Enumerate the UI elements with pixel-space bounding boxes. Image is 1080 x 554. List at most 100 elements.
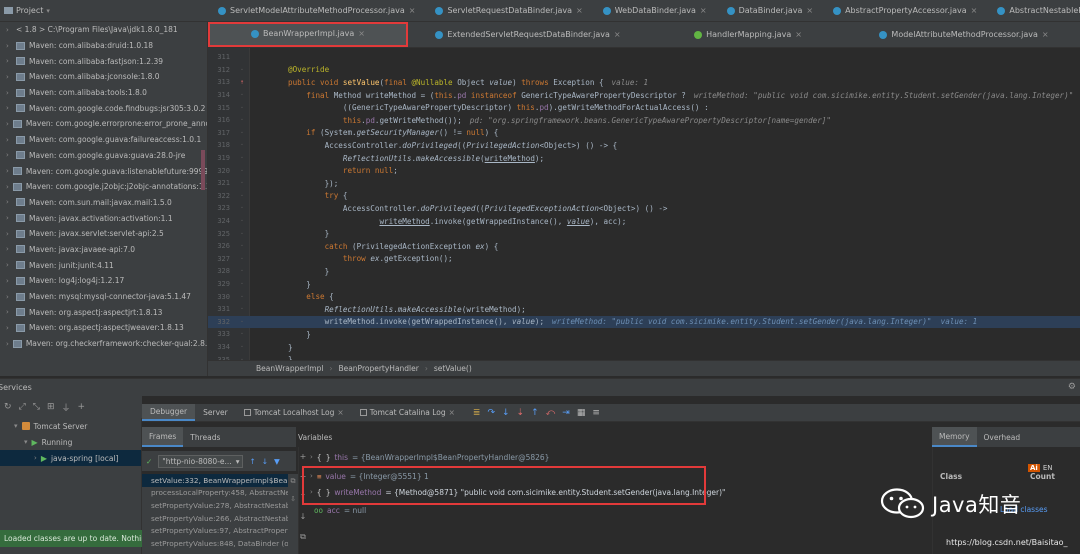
library-item[interactable]: › Maven: junit:junit:4.11 [0, 257, 207, 273]
chevron-right-icon[interactable]: › [310, 453, 313, 461]
library-item[interactable]: › Maven: javax:javaee-api:7.0 [0, 242, 207, 258]
library-item[interactable]: › Maven: com.google.code.findbugs:jsr305:… [0, 100, 207, 116]
tab-frames[interactable]: Frames [142, 427, 184, 447]
library-item[interactable]: › Maven: org.aspectj:aspectjweaver:1.8.13 [0, 320, 207, 336]
arrow-down-icon[interactable]: ↓ [262, 457, 268, 466]
force-step-into-icon[interactable]: ⇣ [517, 408, 525, 418]
gear-icon[interactable]: ⚙ [1068, 382, 1076, 392]
library-item[interactable]: › Maven: com.alibaba:druid:1.0.18 [0, 38, 207, 54]
code-line[interactable]: 331 · ReflectionUtils.makeAccessible(writ… [208, 303, 1080, 316]
code-line[interactable]: 316 · this.pd.getWriteMethod()); pd: "org.… [208, 114, 1080, 127]
close-icon[interactable]: × [409, 6, 416, 15]
library-item[interactable]: › Maven: com.alibaba:fastjson:1.2.39 [0, 53, 207, 69]
library-item[interactable]: › Maven: com.google.guava:guava:28.0-jre [0, 148, 207, 164]
code-line[interactable]: 315 · ((GenericTypeAwarePropertyDescripto… [208, 101, 1080, 114]
thread-select[interactable]: "http-nio-8080-e... ▾ [158, 454, 244, 468]
add-watch-icon[interactable]: + [300, 452, 307, 461]
code-line[interactable]: 325 · } [208, 227, 1080, 240]
run-to-cursor-icon[interactable]: ⇥ [562, 408, 570, 418]
code-line[interactable]: 330 · else { [208, 290, 1080, 303]
code-line[interactable]: 311 [208, 51, 1080, 64]
editor-tab[interactable]: WebDataBinder.java × [593, 0, 717, 21]
filter-icon[interactable]: ▼ [274, 457, 280, 466]
service-java-spring[interactable]: › ▶ java-spring [local] [0, 450, 141, 466]
stack-frame[interactable]: setPropertyValue:266, AbstractNestable [142, 512, 288, 525]
memory-count-column[interactable]: Count [1030, 472, 1055, 481]
library-item[interactable]: › Maven: com.alibaba:jconsole:1.8.0 [0, 69, 207, 85]
editor-tab[interactable]: AbstractNestablePropertyAccessor.java× [987, 0, 1080, 21]
editor-tab[interactable]: HandlerMapping.java × [648, 22, 848, 47]
step-out-icon[interactable]: ↑ [531, 408, 539, 418]
library-item[interactable]: › Maven: com.sun.mail:javax.mail:1.5.0 [0, 195, 207, 211]
code-line[interactable]: 321 · }); [208, 177, 1080, 190]
editor-tab[interactable]: DataBinder.java × [717, 0, 823, 21]
code-line[interactable]: 322 · try { [208, 190, 1080, 203]
close-icon[interactable]: × [576, 6, 583, 15]
library-item[interactable]: › Maven: javax.activation:activation:1.1 [0, 210, 207, 226]
library-item[interactable]: › Maven: com.alibaba:tools:1.8.0 [0, 85, 207, 101]
stack-frame[interactable]: setPropertyValues:848, DataBinder (org [142, 537, 288, 550]
code-line[interactable]: 329 · } [208, 278, 1080, 291]
code-line[interactable]: 323 · AccessController.doPrivileged((Priv… [208, 202, 1080, 215]
tab-tomcat-localhost-log[interactable]: Tomcat Localhost Log × [236, 404, 352, 421]
code-line[interactable]: 317 · if (System.getSecurityManager() != … [208, 127, 1080, 140]
editor-tab[interactable]: BeanWrapperImpl.java × [208, 22, 408, 47]
library-item[interactable]: › Maven: com.google.guava:listenablefutur… [0, 163, 207, 179]
code-line[interactable]: 312 · @Override [208, 64, 1080, 77]
breadcrumb-item[interactable]: setValue() [434, 364, 472, 373]
code-line[interactable]: 319 · ReflectionUtils.makeAccessible(writ… [208, 152, 1080, 165]
code-line[interactable]: 313 ⇡ public void setValue(final @Nullable… [208, 76, 1080, 89]
tab-tomcat-catalina-log[interactable]: Tomcat Catalina Log × [352, 404, 463, 421]
evaluate-icon[interactable]: ▦ [577, 408, 586, 418]
library-item[interactable]: › Maven: org.aspectj:aspectjrt:1.8.13 [0, 304, 207, 320]
code-line[interactable]: 314 · final Method writeMethod = (this.pd… [208, 89, 1080, 102]
close-icon[interactable]: × [795, 30, 802, 39]
stack-frame[interactable]: setPropertyValues:97, AbstractPropertyA [142, 524, 288, 537]
export-icon[interactable]: ⇩ [290, 495, 296, 503]
tab-memory[interactable]: Memory [932, 427, 977, 447]
library-item[interactable]: › Maven: mysql:mysql-connector-java:5.1.4… [0, 289, 207, 305]
code-line[interactable]: 335 ·} [208, 353, 1080, 360]
tab-server[interactable]: Server [195, 404, 236, 421]
show-execution-point-icon[interactable]: ≣ [473, 408, 481, 418]
override-marker-icon[interactable]: ⇡ [234, 78, 250, 86]
code-line[interactable]: 324 · writeMethod.invoke(getWrappedInstan… [208, 215, 1080, 228]
close-icon[interactable]: × [614, 30, 621, 39]
expand-all-icon[interactable]: ⤢ [19, 402, 26, 412]
stack-frame[interactable]: processLocalProperty:458, AbstractNest [142, 487, 288, 500]
code-line[interactable]: 326 · catch (PrivilegedActionException ex… [208, 240, 1080, 253]
editor-tab[interactable]: ModelAttributeMethodProcessor.java × [848, 22, 1080, 47]
close-icon[interactable]: × [337, 408, 343, 417]
library-item[interactable]: › Maven: log4j:log4j:1.2.17 [0, 273, 207, 289]
add-icon[interactable]: + [78, 402, 86, 412]
library-item[interactable]: › Maven: com.google.j2objc:j2objc-annotat… [0, 179, 207, 195]
close-icon[interactable]: × [1042, 30, 1049, 39]
breadcrumb-item[interactable]: BeanWrapperImpl [256, 364, 323, 373]
code-line[interactable]: 332 · writeMethod.invoke(getWrappedInstan… [208, 315, 1080, 329]
group-icon[interactable]: ⊞ [47, 402, 55, 412]
code-editor[interactable]: 311 312 · @Override 313 ⇡ public void setValue… [208, 48, 1080, 360]
arrow-up-icon[interactable]: ↑ [249, 457, 255, 466]
tab-threads[interactable]: Threads [183, 427, 227, 447]
code-line[interactable]: 318 · AccessController.doPrivileged((Priv… [208, 139, 1080, 152]
stack-frame[interactable]: setValue:332, BeanWrapperImpl$BeanP [142, 474, 288, 487]
tab-overhead[interactable]: Overhead [977, 427, 1028, 447]
copy-icon[interactable]: ⧉ [291, 477, 296, 486]
memory-class-column[interactable]: Class [940, 472, 962, 481]
code-line[interactable]: 327 · throw ex.getException(); [208, 253, 1080, 266]
library-item[interactable]: › Maven: org.checkerframework:checker-qua… [0, 336, 207, 352]
editor-tab[interactable]: AbstractPropertyAccessor.java × [823, 0, 987, 21]
project-panel-header[interactable]: Project ▾ [0, 0, 208, 22]
close-icon[interactable]: × [971, 6, 978, 15]
refresh-icon[interactable]: ↻ [4, 402, 12, 412]
service-running[interactable]: ▾ ▶ Running [0, 434, 141, 450]
library-item[interactable]: › Maven: com.google.errorprone:error_pron… [0, 116, 207, 132]
service-tomcat-server[interactable]: ▾ Tomcat Server [0, 418, 141, 434]
variable-row[interactable]: ›{ } this = {BeanWrapperImpl$BeanPropertyH… [310, 449, 549, 465]
step-over-icon[interactable]: ↷ [487, 408, 495, 418]
close-icon[interactable]: × [700, 6, 707, 15]
editor-tab[interactable]: ServletModelAttributeMethodProcessor.jav… [208, 0, 425, 21]
code-line[interactable]: 328 · } [208, 265, 1080, 278]
jdk-entry[interactable]: › < 1.8 > C:\Program Files\Java\jdk1.8.0… [0, 22, 207, 38]
editor-tab[interactable]: ServletRequestDataBinder.java × [425, 0, 592, 21]
